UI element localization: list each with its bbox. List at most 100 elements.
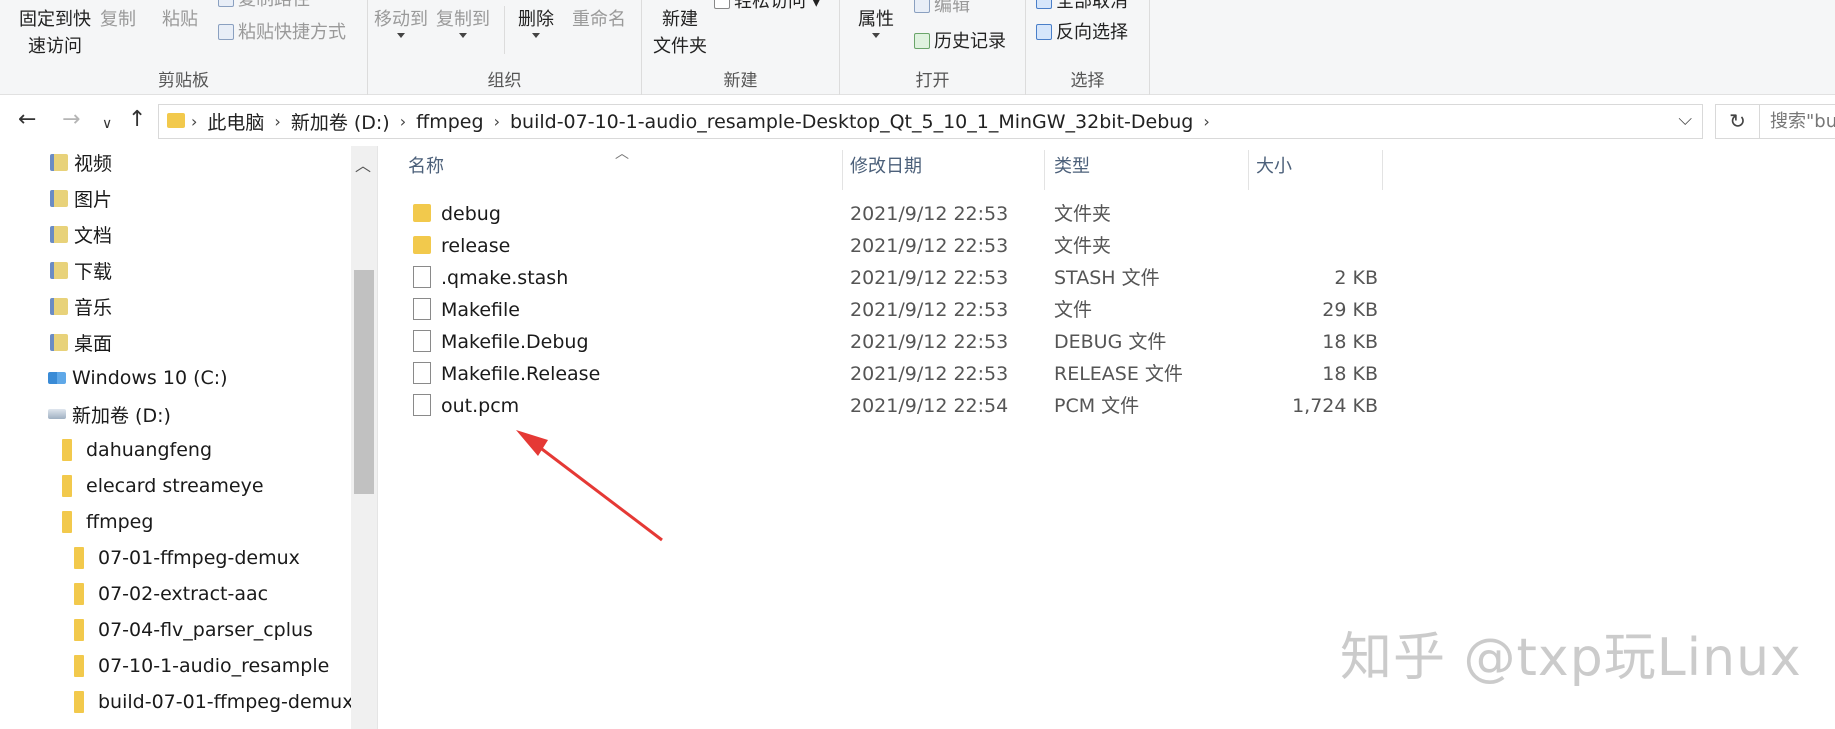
nav-item-label: 07-10-1-audio_resample xyxy=(98,655,330,677)
clipboard-group-label: 剪贴板 xyxy=(158,71,209,91)
refresh-icon[interactable]: ↻ xyxy=(1715,104,1760,139)
nav-item[interactable]: 视频 xyxy=(50,146,112,179)
file-row[interactable]: release 2021/9/12 22:53 文件夹 xyxy=(378,230,1378,262)
forward-arrow-icon[interactable]: → xyxy=(62,108,80,132)
file-row[interactable]: .qmake.stash 2021/9/12 22:53 STASH 文件 2 KB xyxy=(378,262,1378,294)
select-none-button[interactable]: 全部取消 xyxy=(1036,0,1128,15)
nav-item[interactable]: 桌面 xyxy=(50,325,112,359)
nav-scroll-thumb[interactable] xyxy=(354,270,374,494)
search-input[interactable]: 搜索"bu xyxy=(1759,104,1835,139)
nav-item-label: 音乐 xyxy=(74,296,113,319)
nav-scrollbar[interactable]: ︿ xyxy=(351,146,377,729)
nav-item[interactable]: 07-02-extract-aac xyxy=(74,577,268,611)
file-name: Makefile.Debug xyxy=(441,331,589,353)
properties-button[interactable]: 属性 xyxy=(858,6,894,38)
up-arrow-icon[interactable]: ↑ xyxy=(128,108,146,132)
nav-item[interactable]: 07-10-1-audio_resample xyxy=(74,649,329,683)
edit-icon xyxy=(914,0,930,13)
nav-item[interactable]: 新加卷 (D:) xyxy=(48,397,171,431)
pin-quick-access-button[interactable]: 固定到快 速访问 xyxy=(10,6,100,60)
nav-item[interactable]: dahuangfeng xyxy=(62,433,212,467)
copy-to-label: 复制到 xyxy=(436,9,490,30)
file-row[interactable]: Makefile.Release 2021/9/12 22:53 RELEASE 文… xyxy=(378,358,1378,390)
file-row[interactable]: Makefile.Debug 2021/9/12 22:53 DEBUG 文件 18 … xyxy=(378,326,1378,358)
nav-item-label: elecard streameye xyxy=(86,475,264,497)
breadcrumb-separator-icon: › xyxy=(493,112,500,131)
paste-shortcut-button[interactable]: 粘贴快捷方式 xyxy=(218,19,346,46)
nav-item[interactable]: 07-01-ffmpeg-demux xyxy=(74,541,300,575)
folder-icon xyxy=(62,439,72,461)
nav-item[interactable]: 文档 xyxy=(50,217,112,251)
back-arrow-icon[interactable]: ← xyxy=(18,108,36,132)
properties-label: 属性 xyxy=(858,9,894,30)
recent-locations-chevron-icon[interactable]: ∨ xyxy=(102,112,112,136)
address-dropdown-chevron-icon[interactable]: ⌵ xyxy=(1678,109,1692,130)
file-date: 2021/9/12 22:53 xyxy=(850,331,1009,353)
nav-item[interactable]: 音乐 xyxy=(50,289,112,323)
column-header-name[interactable]: 名称 xyxy=(408,146,823,188)
new-group: 新建 文件夹 轻松访问 ▾ 新建 xyxy=(642,0,840,95)
nav-item-label: 图片 xyxy=(74,188,113,211)
column-header-type[interactable]: 类型 xyxy=(1054,146,1244,188)
invert-selection-icon xyxy=(1036,24,1052,40)
column-divider[interactable] xyxy=(1382,150,1383,190)
nav-item[interactable]: Windows 10 (C:) xyxy=(48,361,228,395)
rename-button[interactable]: 重命名 xyxy=(572,6,626,33)
file-row[interactable]: out.pcm 2021/9/12 22:54 PCM 文件 1,724 KB xyxy=(378,390,1378,422)
breadcrumb-build-folder[interactable]: build-07-10-1-audio_resample-Desktop_Qt_… xyxy=(502,111,1201,133)
nav-item[interactable]: build-07-01-ffmpeg-demux- xyxy=(74,685,360,719)
scroll-up-chevron-icon[interactable]: ︿ xyxy=(355,152,371,176)
move-to-button[interactable]: 移动到 xyxy=(374,6,428,38)
column-header-size[interactable]: 大小 xyxy=(1256,146,1376,188)
easy-access-icon xyxy=(714,0,730,9)
breadcrumb-this-pc[interactable]: 此电脑 xyxy=(199,108,272,135)
nav-item[interactable]: ffmpeg xyxy=(62,505,153,539)
invert-selection-button[interactable]: 反向选择 xyxy=(1036,19,1128,46)
breadcrumb-drive-d[interactable]: 新加卷 (D:) xyxy=(283,108,398,135)
file-type: STASH 文件 xyxy=(1054,267,1160,289)
nav-item-label: 下载 xyxy=(74,260,113,283)
nav-item-label: 07-02-extract-aac xyxy=(98,583,269,605)
copy-path-button[interactable]: 复制路径 xyxy=(218,0,310,13)
organize-divider xyxy=(504,6,505,54)
desktop-icon xyxy=(50,333,68,351)
edit-button[interactable]: 编辑 xyxy=(914,0,970,19)
column-header-date[interactable]: 修改日期 xyxy=(850,146,1040,188)
watermark: 知乎 @txp玩Linux xyxy=(1340,628,1802,688)
breadcrumb-separator-icon: › xyxy=(399,112,407,131)
file-icon xyxy=(413,362,431,384)
paste-button[interactable]: 粘贴 xyxy=(162,6,198,33)
organize-group-label: 组织 xyxy=(487,71,522,91)
paste-shortcut-icon xyxy=(218,24,234,40)
nav-item[interactable]: 下载 xyxy=(50,253,112,287)
address-bar[interactable]: › 此电脑 › 新加卷 (D:) › ffmpeg › build-07-10-… xyxy=(158,104,1703,139)
file-date: 2021/9/12 22:53 xyxy=(850,267,1009,289)
nav-item[interactable]: 07-04-flv_parser_cplus xyxy=(74,613,313,647)
copy-button[interactable]: 复制 xyxy=(100,6,136,33)
file-row[interactable]: Makefile 2021/9/12 22:53 文件 29 KB xyxy=(378,294,1378,326)
copy-to-button[interactable]: 复制到 xyxy=(436,6,490,38)
column-divider[interactable] xyxy=(1248,150,1249,190)
file-name: release xyxy=(441,235,511,257)
file-icon xyxy=(413,298,431,320)
file-date: 2021/9/12 22:53 xyxy=(850,203,1009,225)
history-button[interactable]: 历史记录 xyxy=(914,28,1006,55)
file-row[interactable]: debug 2021/9/12 22:53 文件夹 xyxy=(378,198,1378,230)
folder-icon xyxy=(74,619,84,641)
clipboard-group: 固定到快 速访问 复制 粘贴 复制路径 粘贴快捷方式 剪贴板 xyxy=(0,0,368,95)
file-type: 文件 xyxy=(1054,299,1093,321)
file-type: 文件夹 xyxy=(1054,235,1112,257)
nav-item[interactable]: 图片 xyxy=(50,181,112,215)
column-divider[interactable] xyxy=(1044,150,1045,190)
nav-item[interactable]: elecard streameye xyxy=(62,469,264,503)
new-folder-button[interactable]: 新建 文件夹 xyxy=(646,6,714,60)
folder-icon xyxy=(74,655,84,677)
pin-label-line2: 速访问 xyxy=(28,36,82,57)
column-divider[interactable] xyxy=(842,150,843,190)
easy-access-button[interactable]: 轻松访问 ▾ xyxy=(714,0,821,15)
nav-item-label: 视频 xyxy=(74,152,113,175)
breadcrumb-ffmpeg[interactable]: ffmpeg xyxy=(408,111,491,133)
file-type: DEBUG 文件 xyxy=(1054,331,1167,353)
folder-icon xyxy=(74,583,84,605)
delete-button[interactable]: 删除 xyxy=(518,6,554,38)
